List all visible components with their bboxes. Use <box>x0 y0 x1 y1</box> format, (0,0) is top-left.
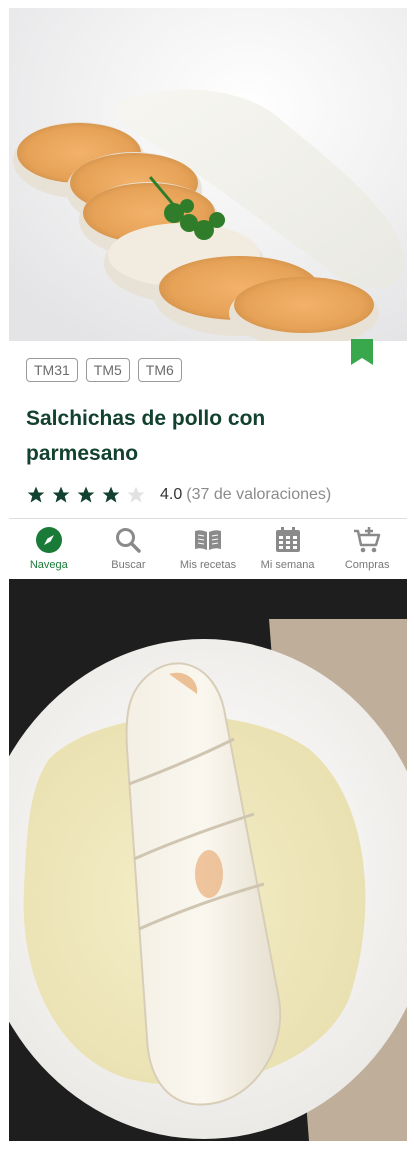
star-filled-icon <box>52 486 70 503</box>
device-tags: TM31 TM5 TM6 <box>26 358 182 382</box>
calendar-icon <box>275 527 300 552</box>
star-filled-icon <box>27 486 45 503</box>
star-filled-icon <box>77 486 95 503</box>
device-tag[interactable]: TM5 <box>85 358 130 382</box>
nav-item-navega[interactable]: Navega <box>9 519 89 577</box>
cart-icon <box>354 527 381 553</box>
nav-label: Compras <box>344 559 390 571</box>
recipe-title: Salchichas de pollo con parmesano <box>26 407 266 465</box>
bottom-navigation: Navega Buscar Mis recetas Mi semana Comp… <box>9 519 407 577</box>
search-icon <box>116 528 142 553</box>
bookmark-icon[interactable] <box>351 339 373 365</box>
nav-label: Navega <box>29 559 68 571</box>
recipe-rating[interactable]: 4.0 (37 de valoraciones) <box>26 485 331 505</box>
nav-item-compras[interactable]: Compras <box>327 519 407 577</box>
device-tag[interactable]: TM6 <box>137 358 182 382</box>
nav-label: Mis recetas <box>179 559 237 571</box>
nav-label: Buscar <box>111 559 146 571</box>
rating-value: 4.0 <box>160 486 183 503</box>
nav-item-buscar[interactable]: Buscar <box>89 519 169 577</box>
star-empty-icon <box>127 486 145 503</box>
star-filled-icon <box>102 486 120 503</box>
nav-item-mis-recetas[interactable]: Mis recetas <box>168 519 248 577</box>
recipe-photo-top <box>9 8 407 341</box>
nav-item-mi-semana[interactable]: Mi semana <box>248 519 328 577</box>
rating-stars <box>26 485 146 505</box>
rating-count: (37 de valoraciones) <box>186 486 332 503</box>
user-photo-bottom <box>9 579 407 1141</box>
book-icon <box>194 530 221 550</box>
recipe-info-card: TM31 TM5 TM6 Salchichas de pollo con par… <box>9 339 407 517</box>
sausage-plate-image <box>9 579 407 1141</box>
sliced-sausages-image <box>9 8 407 341</box>
device-tag[interactable]: TM31 <box>26 358 78 382</box>
compass-icon <box>35 527 62 553</box>
nav-label: Mi semana <box>260 559 315 571</box>
